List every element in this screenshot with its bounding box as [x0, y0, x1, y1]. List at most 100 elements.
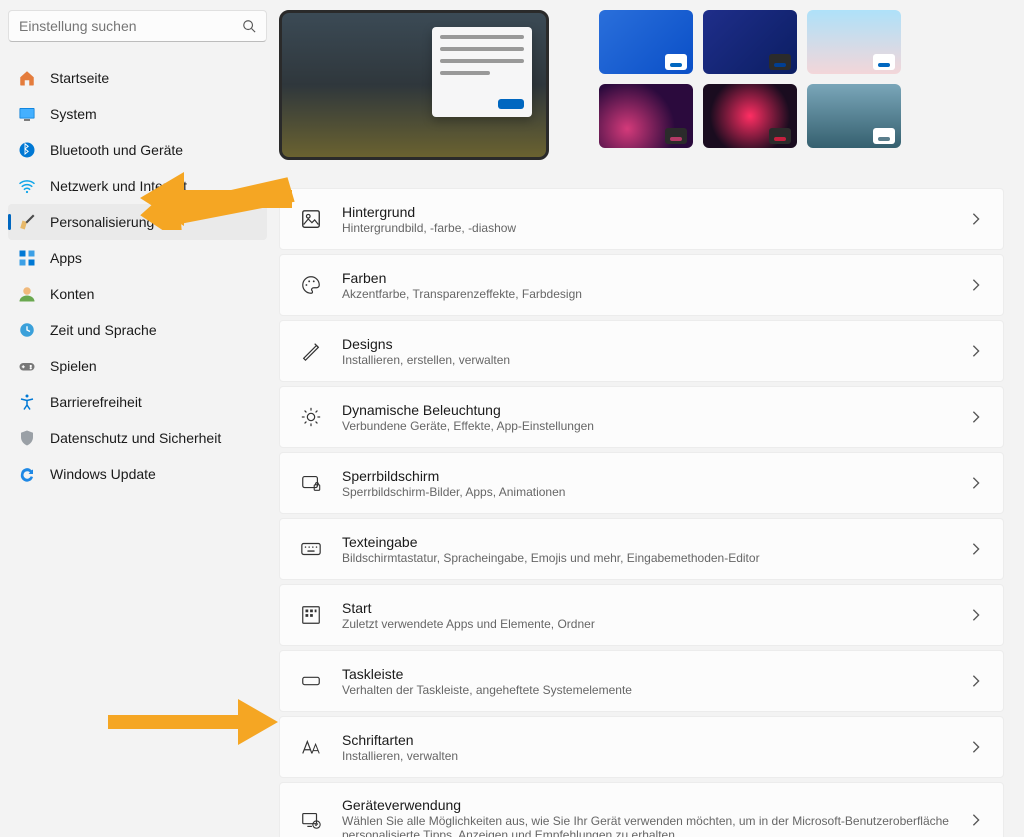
gaming-icon: [18, 357, 36, 375]
card-title: Geräteverwendung: [342, 797, 949, 813]
light-icon: [300, 406, 322, 428]
theme-option-2[interactable]: [807, 10, 901, 74]
sidebar-item-system[interactable]: System: [8, 96, 267, 132]
sidebar-item-gaming[interactable]: Spielen: [8, 348, 267, 384]
privacy-icon: [18, 429, 36, 447]
chevron-right-icon: [969, 344, 983, 358]
sidebar-item-bluetooth[interactable]: Bluetooth und Geräte: [8, 132, 267, 168]
theme-option-1[interactable]: [703, 10, 797, 74]
card-start[interactable]: Start Zuletzt verwendete Apps und Elemen…: [279, 584, 1004, 646]
theme-option-0[interactable]: [599, 10, 693, 74]
chevron-right-icon: [969, 740, 983, 754]
deviceusage-icon: [300, 809, 322, 831]
sidebar-item-personalisation[interactable]: Personalisierung: [8, 204, 267, 240]
chevron-right-icon: [969, 410, 983, 424]
sidebar-item-label: Zeit und Sprache: [50, 322, 157, 338]
sidebar-item-accessibility[interactable]: Barrierefreiheit: [8, 384, 267, 420]
colors-icon: [300, 274, 322, 296]
card-title: Dynamische Beleuchtung: [342, 402, 949, 418]
card-background[interactable]: Hintergrund Hintergrundbild, -farbe, -di…: [279, 188, 1004, 250]
apps-icon: [18, 249, 36, 267]
desktop-preview[interactable]: [279, 10, 549, 160]
main-content: Hintergrund Hintergrundbild, -farbe, -di…: [275, 0, 1024, 837]
theme-grid: [599, 10, 901, 160]
sidebar-item-label: Konten: [50, 286, 94, 302]
theme-option-4[interactable]: [703, 84, 797, 148]
sidebar-item-apps[interactable]: Apps: [8, 240, 267, 276]
card-title: Texteingabe: [342, 534, 949, 550]
sidebar-item-label: Startseite: [50, 70, 109, 86]
keyboard-icon: [300, 538, 322, 560]
sidebar-item-label: Bluetooth und Geräte: [50, 142, 183, 158]
personalisation-icon: [18, 213, 36, 231]
card-title: Designs: [342, 336, 949, 352]
card-taskbar[interactable]: Taskleiste Verhalten der Taskleiste, ang…: [279, 650, 1004, 712]
home-icon: [18, 69, 36, 87]
card-title: Schriftarten: [342, 732, 949, 748]
card-title: Sperrbildschirm: [342, 468, 949, 484]
network-icon: [18, 177, 36, 195]
card-desc: Sperrbildschirm-Bilder, Apps, Animatione…: [342, 485, 949, 499]
card-title: Hintergrund: [342, 204, 949, 220]
card-colors[interactable]: Farben Akzentfarbe, Transparenzeffekte, …: [279, 254, 1004, 316]
sidebar-item-label: Datenschutz und Sicherheit: [50, 430, 221, 446]
themes-icon: [300, 340, 322, 362]
settings-list: Hintergrund Hintergrundbild, -farbe, -di…: [279, 188, 1004, 837]
card-deviceusage[interactable]: Geräteverwendung Wählen Sie alle Möglich…: [279, 782, 1004, 837]
card-keyboard[interactable]: Texteingabe Bildschirmtastatur, Sprachei…: [279, 518, 1004, 580]
sidebar-item-privacy[interactable]: Datenschutz und Sicherheit: [8, 420, 267, 456]
card-title: Taskleiste: [342, 666, 949, 682]
taskbar-icon: [300, 670, 322, 692]
card-desc: Bildschirmtastatur, Spracheingabe, Emoji…: [342, 551, 949, 565]
search-icon: [242, 19, 256, 33]
sidebar-item-update[interactable]: Windows Update: [8, 456, 267, 492]
card-desc: Akzentfarbe, Transparenzeffekte, Farbdes…: [342, 287, 949, 301]
card-desc: Wählen Sie alle Möglichkeiten aus, wie S…: [342, 814, 949, 837]
chevron-right-icon: [969, 476, 983, 490]
chevron-right-icon: [969, 608, 983, 622]
card-desc: Verhalten der Taskleiste, angeheftete Sy…: [342, 683, 949, 697]
card-lockscreen[interactable]: Sperrbildschirm Sperrbildschirm-Bilder, …: [279, 452, 1004, 514]
bluetooth-icon: [18, 141, 36, 159]
card-desc: Installieren, erstellen, verwalten: [342, 353, 949, 367]
system-icon: [18, 105, 36, 123]
card-light[interactable]: Dynamische Beleuchtung Verbundene Geräte…: [279, 386, 1004, 448]
chevron-right-icon: [969, 212, 983, 226]
accounts-icon: [18, 285, 36, 303]
card-title: Farben: [342, 270, 949, 286]
sidebar-item-label: System: [50, 106, 97, 122]
sidebar-item-label: Barrierefreiheit: [50, 394, 142, 410]
card-desc: Zuletzt verwendete Apps und Elemente, Or…: [342, 617, 949, 631]
lockscreen-icon: [300, 472, 322, 494]
sidebar-item-network[interactable]: Netzwerk und Internet: [8, 168, 267, 204]
card-desc: Hintergrundbild, -farbe, -diashow: [342, 221, 949, 235]
sidebar-item-label: Windows Update: [50, 466, 156, 482]
chevron-right-icon: [969, 813, 983, 827]
card-desc: Installieren, verwalten: [342, 749, 949, 763]
sidebar-item-accounts[interactable]: Konten: [8, 276, 267, 312]
theme-option-5[interactable]: [807, 84, 901, 148]
sidebar-item-home[interactable]: Startseite: [8, 60, 267, 96]
sidebar-item-label: Personalisierung: [50, 214, 154, 230]
card-desc: Verbundene Geräte, Effekte, App-Einstell…: [342, 419, 949, 433]
sidebar-item-label: Apps: [50, 250, 82, 266]
chevron-right-icon: [969, 278, 983, 292]
sidebar-item-time[interactable]: Zeit und Sprache: [8, 312, 267, 348]
card-themes[interactable]: Designs Installieren, erstellen, verwalt…: [279, 320, 1004, 382]
sidebar-nav: Startseite System Bluetooth und Geräte N…: [8, 60, 267, 492]
update-icon: [18, 465, 36, 483]
sidebar-item-label: Netzwerk und Internet: [50, 178, 187, 194]
sidebar-item-label: Spielen: [50, 358, 97, 374]
card-title: Start: [342, 600, 949, 616]
personalization-preview: [279, 10, 1004, 160]
theme-option-3[interactable]: [599, 84, 693, 148]
accessibility-icon: [18, 393, 36, 411]
background-icon: [300, 208, 322, 230]
sidebar: Startseite System Bluetooth und Geräte N…: [0, 0, 275, 837]
search-box[interactable]: [8, 10, 267, 42]
search-input[interactable]: [19, 18, 242, 34]
card-fonts[interactable]: Schriftarten Installieren, verwalten: [279, 716, 1004, 778]
start-icon: [300, 604, 322, 626]
fonts-icon: [300, 736, 322, 758]
chevron-right-icon: [969, 674, 983, 688]
